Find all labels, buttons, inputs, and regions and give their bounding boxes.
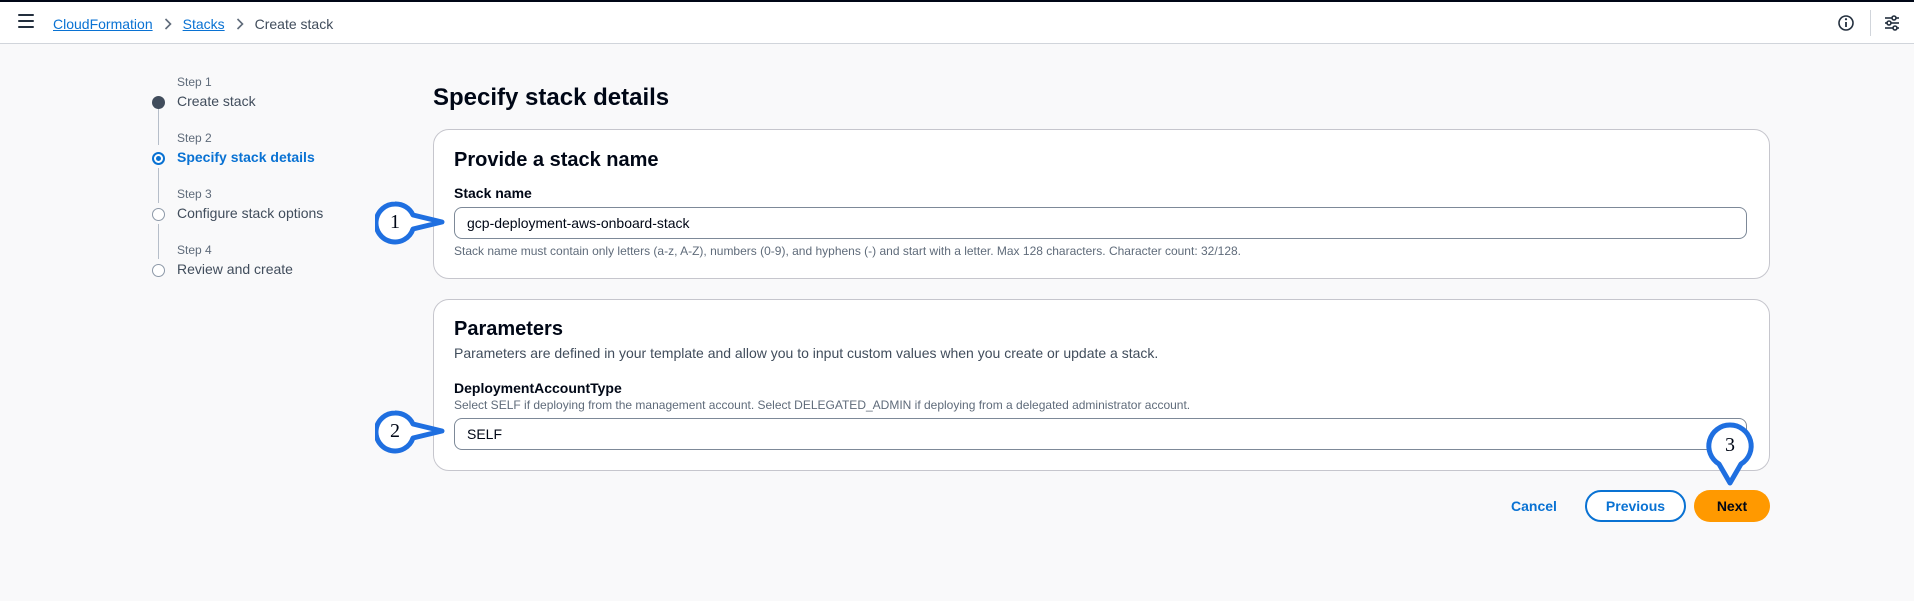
step-connector: [158, 224, 159, 259]
previous-button[interactable]: Previous: [1585, 490, 1686, 522]
stack-name-label: Stack name: [454, 185, 532, 201]
top-navigation-bar: CloudFormation Stacks Create stack: [0, 0, 1914, 44]
cancel-button[interactable]: Cancel: [1500, 490, 1568, 522]
breadcrumb-cloudformation[interactable]: CloudFormation: [53, 16, 153, 32]
preferences-icon[interactable]: [1883, 14, 1901, 32]
toolbar-divider: [1870, 10, 1871, 36]
callout-number: 3: [1725, 433, 1735, 456]
stack-name-input[interactable]: [454, 207, 1747, 239]
parameters-heading: Parameters: [454, 318, 563, 340]
step-title[interactable]: Create stack: [177, 93, 256, 109]
step-number: Step 4: [177, 243, 212, 257]
step-number: Step 2: [177, 131, 212, 145]
step-complete-icon: [152, 96, 165, 109]
step-title: Configure stack options: [177, 205, 324, 221]
step-number: Step 1: [177, 75, 212, 89]
deployment-account-type-input[interactable]: [454, 418, 1747, 450]
callout-marker-3: 3: [1704, 421, 1756, 487]
step-title: Specify stack details: [177, 149, 315, 165]
breadcrumb: CloudFormation Stacks Create stack: [53, 15, 333, 33]
chevron-right-icon: [164, 18, 172, 30]
chevron-right-icon: [236, 18, 244, 30]
step-connector: [158, 168, 159, 203]
callout-number: 1: [390, 210, 400, 233]
deployment-account-type-label: DeploymentAccountType: [454, 380, 622, 396]
deployment-account-type-description: Select SELF if deploying from the manage…: [454, 398, 1191, 412]
step-current-icon: [152, 152, 165, 165]
breadcrumb-stacks[interactable]: Stacks: [183, 16, 225, 32]
breadcrumb-create-stack: Create stack: [254, 16, 334, 32]
stack-name-container: Provide a stack name Stack name Stack na…: [433, 129, 1770, 279]
hamburger-menu-icon[interactable]: [18, 14, 34, 28]
callout-marker-1: 1: [375, 201, 445, 245]
next-button[interactable]: Next: [1694, 490, 1770, 522]
step-pending-icon: [152, 208, 165, 221]
stack-name-constraint: Stack name must contain only letters (a-…: [454, 244, 1242, 258]
step-number: Step 3: [177, 187, 212, 201]
step-pending-icon: [152, 264, 165, 277]
callout-number: 2: [390, 419, 400, 442]
stack-name-heading: Provide a stack name: [454, 149, 659, 171]
step-title: Review and create: [177, 261, 293, 277]
parameters-description: Parameters are defined in your template …: [454, 345, 1159, 361]
info-icon[interactable]: [1837, 14, 1855, 32]
parameters-container: Parameters Parameters are defined in you…: [433, 299, 1770, 471]
page-title: Specify stack details: [433, 84, 670, 111]
callout-marker-2: 2: [375, 410, 445, 454]
